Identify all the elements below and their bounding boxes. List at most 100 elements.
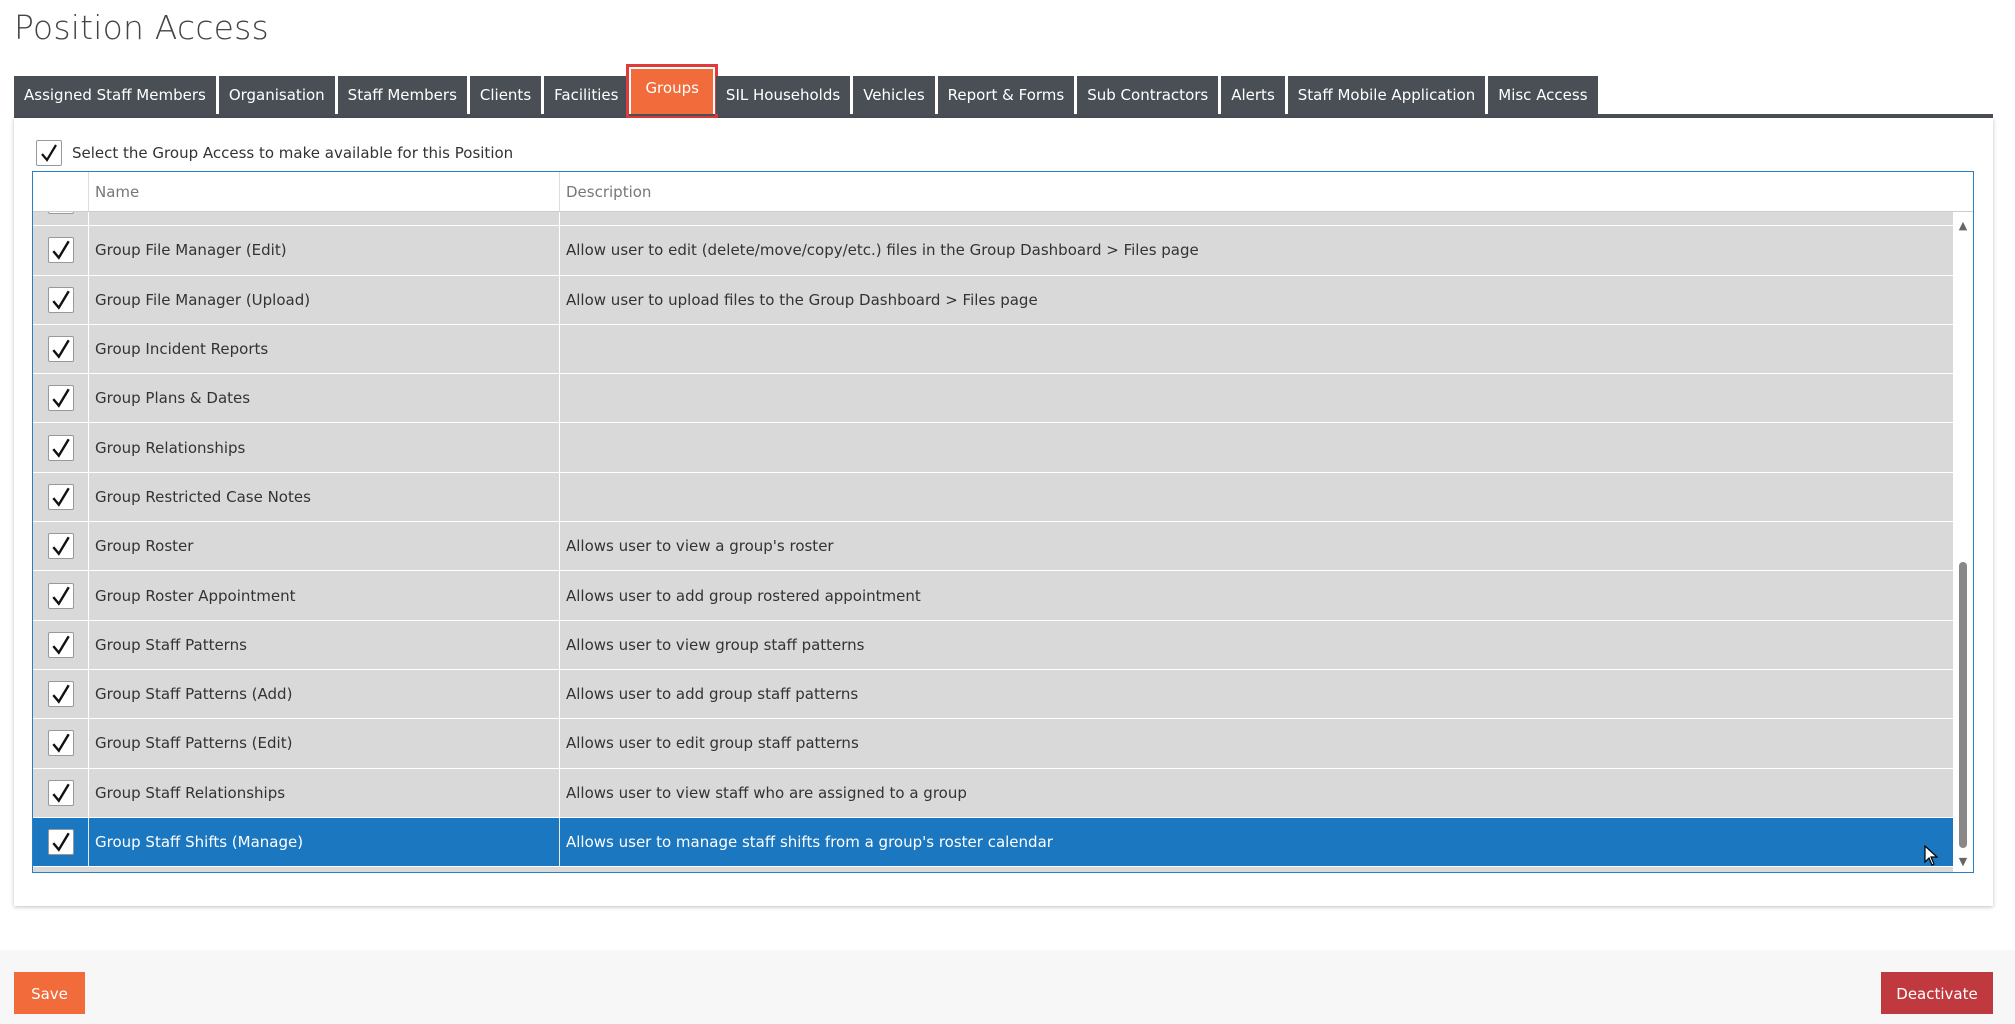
table-row[interactable]: Group Plans & Dates xyxy=(33,374,1955,424)
row-description: Allows user to view a group's roster xyxy=(566,537,834,556)
table-row[interactable]: Group Roster Allows user to view a group'… xyxy=(33,522,1955,572)
row-name: Group File Manager (Edit) xyxy=(89,226,560,275)
table-row[interactable]: Group Restricted Case Notes xyxy=(33,472,1955,523)
tab-organisation[interactable]: Organisation xyxy=(218,76,335,114)
checkmark-icon xyxy=(51,783,70,803)
row-description xyxy=(560,473,1955,521)
row-checkbox[interactable] xyxy=(47,779,74,806)
tab-sub-contractors[interactable]: Sub Contractors xyxy=(1077,76,1219,114)
row-checkbox[interactable] xyxy=(47,385,74,412)
checkmark-icon xyxy=(51,339,70,359)
row-name: Group Plans & Dates xyxy=(89,374,560,423)
row-checkbox[interactable] xyxy=(47,681,74,708)
row-checkbox[interactable] xyxy=(47,286,74,313)
table-row[interactable]: Group Relationships xyxy=(33,423,1955,473)
row-checkbox-cell xyxy=(33,472,89,522)
checkmark-icon xyxy=(41,144,57,162)
row-name: Group Staff Patterns xyxy=(89,620,560,669)
grid-rows-viewport[interactable]: Group File Manager (Edit) Allow user to e… xyxy=(33,212,1955,872)
select-all-row: Select the Group Access to make availabl… xyxy=(36,140,513,166)
row-description xyxy=(560,212,1955,225)
header-checkbox-column xyxy=(33,172,89,211)
checkmark-icon xyxy=(51,635,70,655)
row-checkbox[interactable] xyxy=(47,483,74,510)
row-checkbox-cell xyxy=(33,719,89,768)
table-row[interactable]: Group File Manager (Upload) Allow user to… xyxy=(33,275,1955,325)
footer-bar: Save Deactivate xyxy=(0,950,2015,1024)
row-checkbox-cell xyxy=(33,212,89,226)
row-checkbox-cell xyxy=(33,817,89,867)
checkmark-icon xyxy=(51,832,70,852)
grid-scrollbar[interactable]: ▲ ▼ xyxy=(1953,212,1973,872)
row-description: Allows user to edit group staff patterns xyxy=(566,734,859,753)
row-checkbox[interactable] xyxy=(47,336,74,363)
tab-sil-households[interactable]: SIL Households xyxy=(715,76,851,114)
row-checkbox-cell xyxy=(33,768,89,817)
row-checkbox[interactable] xyxy=(47,237,74,264)
tab-report-forms[interactable]: Report & Forms xyxy=(937,76,1075,114)
tab-misc-access[interactable]: Misc Access xyxy=(1488,76,1598,114)
table-row[interactable]: Group Staff Patterns (Edit) Allows user t… xyxy=(33,719,1955,769)
row-checkbox[interactable] xyxy=(47,582,74,609)
select-all-checkbox[interactable] xyxy=(36,140,62,166)
table-row[interactable]: Group Roster Appointment Allows user to a… xyxy=(33,571,1955,621)
tab-staff-mobile-application[interactable]: Staff Mobile Application xyxy=(1287,76,1486,114)
row-checkbox[interactable] xyxy=(47,829,74,855)
row-checkbox[interactable] xyxy=(47,631,74,658)
tab-groups[interactable]: Groups xyxy=(626,64,718,119)
row-name: Group Staff Relationships xyxy=(89,768,560,817)
row-checkbox-cell xyxy=(33,374,89,423)
checkmark-icon xyxy=(51,487,70,507)
save-button[interactable]: Save xyxy=(14,972,85,1014)
row-checkbox[interactable] xyxy=(47,434,74,461)
row-description xyxy=(560,423,1955,471)
groups-panel: Select the Group Access to make availabl… xyxy=(14,118,1993,906)
row-description: Allows user to view staff who are assign… xyxy=(566,783,967,802)
scrollbar-thumb[interactable] xyxy=(1959,562,1967,848)
access-grid: Name Description Group File Manager (Edi… xyxy=(32,171,1974,873)
table-row[interactable]: Group Incident Reports xyxy=(33,324,1955,375)
row-description: Allow user to edit (delete/move/copy/etc… xyxy=(566,241,1199,260)
table-row[interactable] xyxy=(33,212,1955,227)
header-description[interactable]: Description xyxy=(560,172,1973,211)
select-all-label: Select the Group Access to make availabl… xyxy=(72,144,514,162)
row-description: Allows user to manage staff shifts from … xyxy=(566,833,1053,851)
table-row[interactable]: Group Staff Patterns (Add) Allows user to… xyxy=(33,669,1955,720)
row-checkbox-cell xyxy=(33,669,89,719)
row-description xyxy=(560,374,1955,422)
tab-assigned-staff-members[interactable]: Assigned Staff Members xyxy=(14,76,216,114)
row-checkbox-cell xyxy=(33,275,89,324)
table-row[interactable]: Group Staff Relationships Allows user to … xyxy=(33,768,1955,818)
row-checkbox[interactable] xyxy=(47,212,74,215)
checkmark-icon xyxy=(51,586,70,606)
triangle-down-icon[interactable]: ▼ xyxy=(1957,856,1969,868)
checkmark-icon xyxy=(51,438,70,458)
tabs-list: Assigned Staff Members Organisation Staff … xyxy=(14,64,1993,119)
header-name[interactable]: Name xyxy=(89,172,560,211)
row-checkbox[interactable] xyxy=(47,730,74,757)
row-name: Group File Manager (Upload) xyxy=(89,275,560,324)
checkmark-icon xyxy=(51,290,70,310)
row-description xyxy=(560,325,1955,373)
row-name: Group Incident Reports xyxy=(89,324,560,374)
tab-clients[interactable]: Clients xyxy=(469,76,542,114)
table-row[interactable]: Group Staff Patterns Allows user to view … xyxy=(33,620,1955,670)
deactivate-button[interactable]: Deactivate xyxy=(1881,972,1993,1014)
tab-facilities[interactable]: Facilities xyxy=(544,76,629,114)
row-description: Allows user to add group rostered appoin… xyxy=(566,586,921,605)
row-checkbox-cell xyxy=(33,571,89,620)
mouse-pointer-icon xyxy=(1924,845,1939,866)
tab-staff-members[interactable]: Staff Members xyxy=(337,76,467,114)
triangle-up-icon[interactable]: ▲ xyxy=(1957,220,1969,232)
row-name: Group Relationships xyxy=(89,423,560,472)
row-checkbox[interactable] xyxy=(47,533,74,560)
grid-header: Name Description xyxy=(33,172,1973,212)
tab-vehicles[interactable]: Vehicles xyxy=(853,76,935,114)
table-row[interactable]: Group Staff Shifts (Manage) Allows user t… xyxy=(33,817,1955,868)
checkmark-icon xyxy=(51,241,70,261)
checkmark-icon xyxy=(51,536,70,557)
row-checkbox-cell xyxy=(33,423,89,472)
tab-alerts[interactable]: Alerts xyxy=(1221,76,1285,114)
checkmark-icon xyxy=(51,388,70,409)
table-row[interactable]: Group File Manager (Edit) Allow user to e… xyxy=(33,226,1955,276)
